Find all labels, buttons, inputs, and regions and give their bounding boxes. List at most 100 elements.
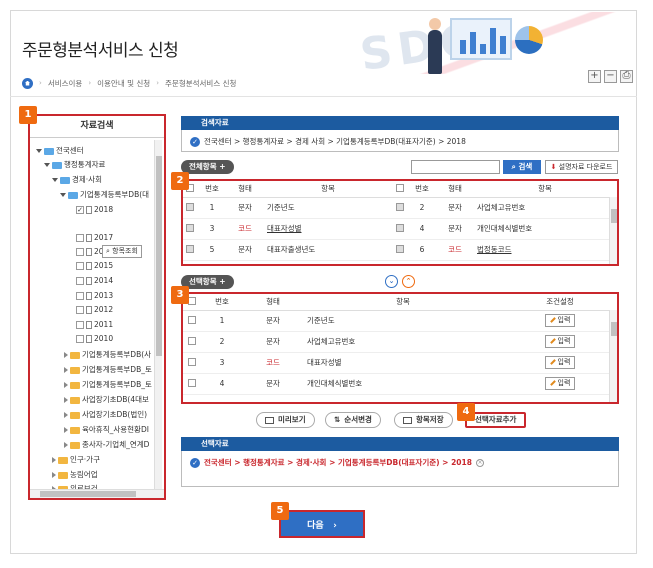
condition-input-button[interactable]: 입력	[544, 377, 576, 390]
tree-node[interactable]: 기업통계등록부DB(사	[64, 348, 151, 362]
condition-input-button[interactable]: 입력	[544, 356, 576, 369]
zoom-in-button[interactable]: +	[588, 70, 601, 83]
table-header-row: 번호 형태 항목 조건설정	[183, 294, 617, 311]
zoom-out-button[interactable]: −	[604, 70, 617, 83]
tree-node[interactable]: 2011	[76, 318, 113, 332]
all-items-table: 번호 형태 항목 번호 형태 항목 1 문자 기준년도 2 문자 사업체고유번호…	[181, 179, 619, 266]
tree-node[interactable]: 2014	[76, 274, 113, 288]
move-down-button[interactable]: ⌄	[385, 275, 398, 288]
select-all-checkbox[interactable]	[396, 183, 404, 192]
row-checkbox[interactable]	[186, 202, 194, 211]
selected-data-header: 선택자료	[181, 437, 619, 451]
select-all-checkbox[interactable]	[188, 296, 196, 305]
tree-node[interactable]: 전국센터	[36, 144, 84, 158]
tree-node[interactable]: 육아휴직_사용현황DI	[64, 423, 149, 437]
tree-horizontal-scrollbar[interactable]	[30, 489, 164, 498]
file-icon	[86, 306, 92, 314]
pie-illustration	[515, 26, 543, 54]
tree-node[interactable]: 2017	[76, 231, 113, 245]
folder-icon	[44, 147, 54, 155]
row-checkbox[interactable]	[396, 202, 404, 211]
search-icon: ⌕	[106, 247, 110, 255]
row-checkbox[interactable]	[188, 357, 196, 366]
checkbox[interactable]	[76, 306, 84, 314]
folder-icon	[70, 426, 80, 434]
reorder-button[interactable]: ⇅ 순서변경	[325, 412, 381, 428]
print-button[interactable]: ⎙	[620, 70, 633, 83]
tree-node[interactable]: 2012	[76, 303, 113, 317]
tree-body: 전국센터 행정통계자료 경제·사회 기업통계등록부DB(대 ✓ 2018 2017…	[30, 140, 156, 490]
tree-node[interactable]: 사업장기초DB(4대보	[64, 393, 149, 407]
tree-node[interactable]: 인구·가구	[52, 453, 100, 467]
folder-icon	[58, 456, 68, 464]
tree-node[interactable]: 사업장기초DB(법인)	[64, 408, 147, 422]
tree-node[interactable]: 기업통계등록부DB_토	[64, 378, 152, 392]
tree-node[interactable]: 종사자-기업체_연계D	[64, 438, 149, 452]
tree-node[interactable]: 2010	[76, 332, 113, 346]
divider	[10, 96, 637, 97]
home-icon[interactable]	[22, 77, 33, 89]
checkbox[interactable]	[76, 234, 84, 242]
row-checkbox[interactable]	[186, 244, 194, 253]
checkbox[interactable]	[76, 335, 84, 343]
row-checkbox[interactable]	[186, 223, 194, 232]
download-description-button[interactable]: ⬇ 설명자료 다운로드	[545, 160, 618, 174]
table-header-row: 번호 형태 항목 번호 형태 항목	[183, 181, 617, 198]
checkbox[interactable]: ✓	[76, 206, 84, 214]
tree-node[interactable]: 2015	[76, 259, 113, 273]
item-search-input[interactable]	[411, 160, 500, 174]
save-items-button[interactable]: 항목저장	[394, 412, 453, 428]
condition-input-button[interactable]: 입력	[544, 314, 576, 327]
row-checkbox[interactable]	[188, 315, 196, 324]
item-search-button[interactable]: ⌕ 항목조회	[102, 245, 142, 258]
next-button[interactable]: 다음 ›	[279, 510, 365, 538]
condition-input-button[interactable]: 입력	[544, 335, 576, 348]
table-row[interactable]: 3 코드 대표자성별 4 문자 개인대체식별번호	[183, 218, 617, 240]
checkbox[interactable]	[76, 262, 84, 270]
preview-button[interactable]: 미리보기	[256, 412, 315, 428]
row-checkbox[interactable]	[396, 223, 404, 232]
folder-icon	[68, 191, 78, 199]
all-items-label[interactable]: 전체항목 +	[181, 160, 234, 174]
table-row[interactable]: 1 문자 기준년도 입력	[183, 310, 617, 332]
folder-icon	[70, 351, 80, 359]
table-row[interactable]: 3 코드 대표자성별 입력	[183, 352, 617, 374]
remove-icon[interactable]: ×	[475, 458, 484, 467]
tree-vertical-scrollbar[interactable]	[154, 140, 162, 490]
table-row[interactable]: 1 문자 기준년도 2 문자 사업체고유번호	[183, 197, 617, 219]
tree-node-2018[interactable]: ✓ 2018	[76, 203, 113, 217]
row-checkbox[interactable]	[396, 244, 404, 253]
folder-icon	[70, 366, 80, 374]
table-row[interactable]: 4 문자 개인대체식별번호 입력	[183, 373, 617, 395]
checkbox[interactable]	[76, 248, 84, 256]
breadcrumb-item: 주문형분석서비스 신청	[165, 78, 237, 88]
tree-node[interactable]: 기업통계등록부DB_토	[64, 363, 152, 377]
tree-node[interactable]: 행정통계자료	[44, 158, 105, 172]
search-button[interactable]: ⌕ 검색	[503, 160, 541, 174]
checkbox[interactable]	[76, 321, 84, 329]
step-badge-4: 4	[457, 403, 475, 421]
row-checkbox[interactable]	[188, 336, 196, 345]
file-icon	[86, 262, 92, 270]
data-search-tree-panel: 자료검색 전국센터 행정통계자료 경제·사회 기업통계등록부DB(대 ✓ 2018…	[28, 114, 166, 500]
tree-node[interactable]: 2013	[76, 289, 113, 303]
tree-node[interactable]: 기업통계등록부DB(대	[60, 188, 149, 202]
search-data-box: ✓ 전국센터 > 행정통계자료 > 경제 사회 > 기업통계등록부DB(대표자기…	[181, 130, 619, 152]
tree-node[interactable]: 경제·사회	[52, 173, 102, 187]
breadcrumb-item[interactable]: 이용안내 및 신청	[97, 78, 150, 89]
file-icon	[86, 292, 92, 300]
file-icon	[86, 277, 92, 285]
check-circle-icon: ✓	[190, 136, 200, 147]
step-badge-5: 5	[271, 502, 289, 520]
tree-node[interactable]: 농림어업	[52, 468, 98, 482]
checkbox[interactable]	[76, 277, 84, 285]
row-checkbox[interactable]	[188, 378, 196, 387]
breadcrumb-item[interactable]: 서비스이용	[48, 78, 83, 89]
table-row[interactable]: 5 문자 대표자출생년도 6 코드 법정동코드	[183, 239, 617, 261]
table-row[interactable]: 2 문자 사업체고유번호 입력	[183, 331, 617, 353]
selected-items-scrollbar[interactable]	[609, 310, 617, 402]
checkbox[interactable]	[76, 292, 84, 300]
step-badge-2: 2	[171, 172, 189, 190]
all-items-scrollbar[interactable]	[609, 197, 617, 264]
move-up-button[interactable]: ⌃	[402, 275, 415, 288]
